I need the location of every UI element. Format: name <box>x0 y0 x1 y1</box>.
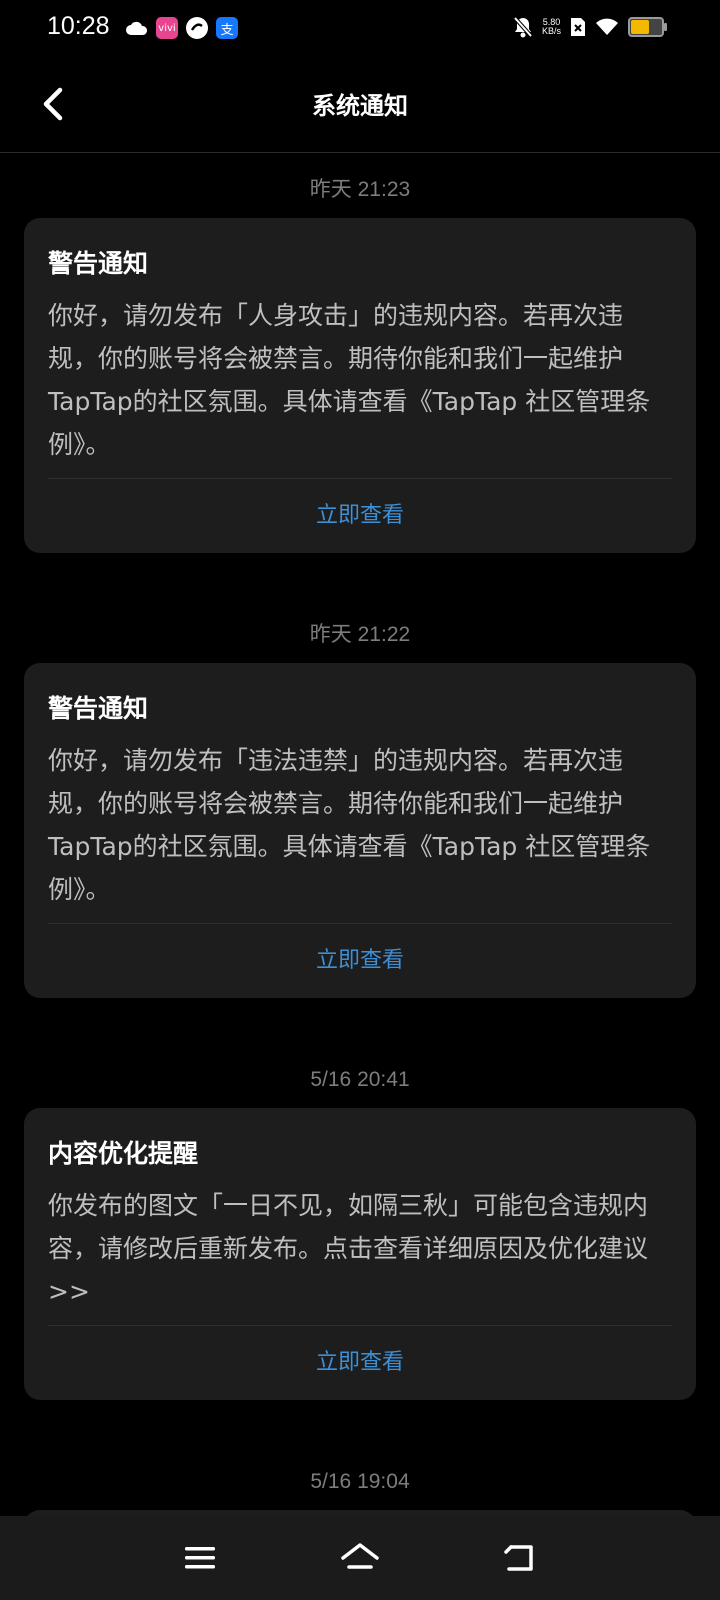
notification-icons: vivi 支 <box>126 17 238 39</box>
wifi-icon <box>596 18 618 35</box>
status-time: 10:28 <box>47 12 110 40</box>
card-title: 警告通知 <box>48 694 149 723</box>
view-now-button[interactable]: 立即查看 <box>48 1326 672 1400</box>
mute-bell-icon <box>513 16 533 38</box>
menu-icon <box>185 1547 215 1569</box>
notification-list[interactable]: 昨天 21:23 警告通知 你好，请勿发布「人身攻击」的违规内容。若再次违规，你… <box>0 152 720 1516</box>
timestamp: 昨天 21:22 <box>309 623 411 646</box>
home-icon <box>341 1543 379 1569</box>
notification-card[interactable]: 警告通知 你好，请勿发布「人身攻击」的违规内容。若再次违规，你的账号将会被禁言。… <box>24 218 696 553</box>
notification-card[interactable]: 内容优化提醒 你发布的图文「一日不见，如隔三秋」可能包含违规内容，请修改后重新发… <box>24 1108 696 1400</box>
speed-unit: KB/s <box>541 26 561 36</box>
view-now-button[interactable]: 立即查看 <box>48 479 672 553</box>
timestamp: 5/16 19:04 <box>310 1470 410 1493</box>
card-body: 你发布的图文「一日不见，如隔三秋」可能包含违规内容，请修改后重新发布。点击查看详… <box>48 1191 649 1306</box>
back-nav-button[interactable] <box>496 1536 544 1580</box>
app-notification-icon: vivi <box>156 17 178 39</box>
status-right-icons: 5.80 KB/s <box>513 16 667 38</box>
header: 系统通知 <box>0 56 720 153</box>
back-arrow-icon <box>504 1545 533 1571</box>
menu-button[interactable] <box>176 1536 224 1580</box>
app-notification-icon <box>186 17 208 39</box>
home-button[interactable] <box>336 1536 384 1580</box>
page-title: 系统通知 <box>312 92 408 120</box>
network-speed: 5.80 KB/s <box>542 18 561 36</box>
view-now-button[interactable]: 立即查看 <box>48 924 672 998</box>
cloud-icon <box>126 17 148 39</box>
system-nav-bar <box>0 1516 720 1600</box>
battery-icon <box>628 17 667 37</box>
timestamp: 昨天 21:23 <box>309 178 411 201</box>
timestamp: 5/16 20:41 <box>310 1068 410 1091</box>
battery-level <box>631 20 649 34</box>
card-title: 内容优化提醒 <box>48 1139 199 1168</box>
status-bar: 10:28 vivi 支 5.80 KB/s <box>0 0 720 56</box>
card-title: 警告通知 <box>48 249 149 278</box>
alipay-icon: 支 <box>216 17 238 39</box>
card-body: 你好，请勿发布「人身攻击」的违规内容。若再次违规，你的账号将会被禁言。期待你能和… <box>48 301 651 459</box>
notification-card[interactable]: 警告通知 你好，请勿发布「违法违禁」的违规内容。若再次违规，你的账号将会被禁言。… <box>24 663 696 998</box>
card-body: 你好，请勿发布「违法违禁」的违规内容。若再次违规，你的账号将会被禁言。期待你能和… <box>48 746 651 904</box>
no-sim-icon <box>571 18 585 36</box>
